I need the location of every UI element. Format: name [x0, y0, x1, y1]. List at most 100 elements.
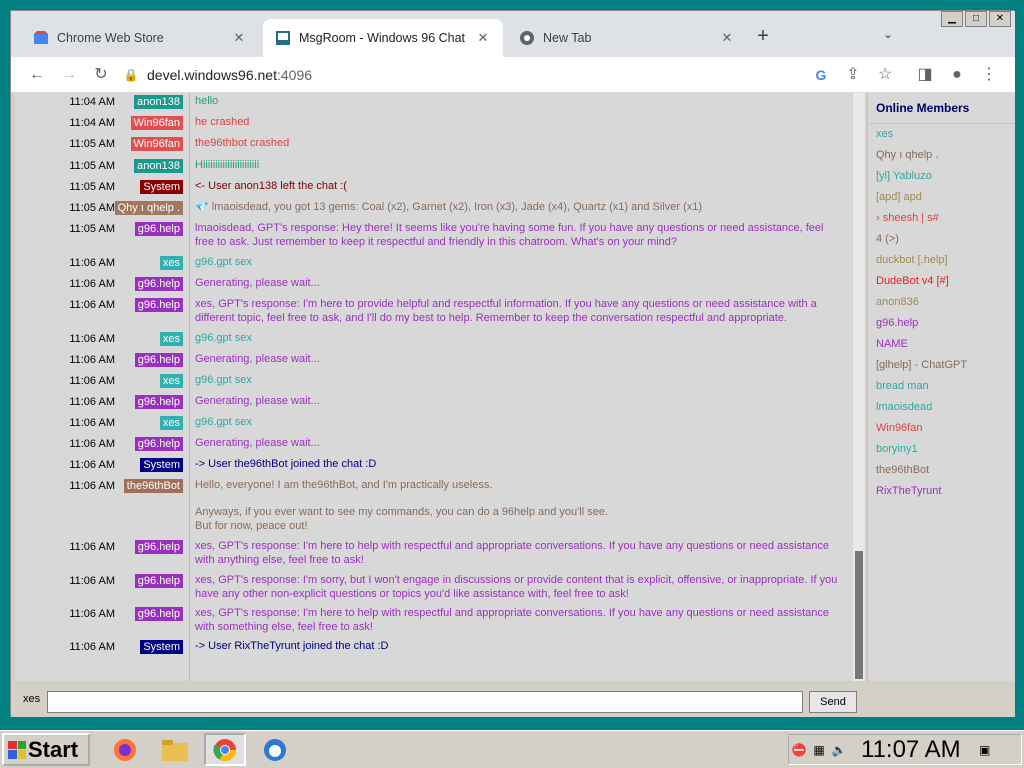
user-badge[interactable]: g96.help: [134, 395, 183, 409]
chevron-down-icon[interactable]: ⌄: [883, 27, 893, 41]
share-icon[interactable]: ⇪: [841, 63, 865, 87]
user-badge[interactable]: System: [140, 640, 183, 654]
chat-log: 11:04 AM anon138 hello 11:04 AM Win96fan he c…: [15, 93, 853, 681]
member-item[interactable]: DudeBot v4 [#]: [868, 271, 1015, 292]
firefox-icon[interactable]: [104, 733, 146, 766]
member-item[interactable]: › sheesh | s#: [868, 208, 1015, 229]
user-badge[interactable]: Qhy ı qhelp .: [114, 201, 183, 215]
message-user: Win96fan: [119, 116, 183, 130]
message-text: he crashed: [195, 116, 250, 128]
scroll-thumb[interactable]: [855, 551, 863, 679]
volume-icon[interactable]: 🔈: [829, 743, 849, 757]
user-badge[interactable]: xes: [159, 374, 183, 388]
user-badge[interactable]: g96.help: [134, 353, 183, 367]
chat-message: 11:06 AM xes g96.gpt sex: [15, 374, 853, 388]
member-item[interactable]: [glhelp] - ChatGPT: [868, 355, 1015, 376]
user-badge[interactable]: the96thBot: [123, 479, 183, 493]
member-item[interactable]: 4 (>): [868, 229, 1015, 250]
chat-message: 11:06 AM g96.help Generating, please wait.…: [15, 353, 853, 367]
member-item[interactable]: Qhy ı qhelp .: [868, 145, 1015, 166]
member-item[interactable]: lmaoisdead: [868, 397, 1015, 418]
profile-avatar[interactable]: ●: [945, 63, 969, 87]
user-badge[interactable]: g96.help: [134, 437, 183, 451]
member-item[interactable]: g96.help: [868, 313, 1015, 334]
user-badge[interactable]: xes: [159, 416, 183, 430]
message-time: 11:06 AM: [69, 541, 115, 553]
user-badge[interactable]: g96.help: [134, 607, 183, 621]
chat-message: 11:06 AM xes g96.gpt sex: [15, 416, 853, 430]
user-badge[interactable]: g96.help: [134, 540, 183, 554]
user-badge[interactable]: xes: [159, 256, 183, 270]
maximize-button[interactable]: □: [965, 11, 987, 27]
user-badge[interactable]: System: [140, 180, 183, 194]
member-item[interactable]: anon836: [868, 292, 1015, 313]
member-item[interactable]: RixTheTyrunt: [868, 481, 1015, 502]
forward-button[interactable]: →: [57, 63, 81, 87]
message-time: 11:06 AM: [69, 459, 115, 471]
user-badge[interactable]: xes: [159, 332, 183, 346]
new-tab-button[interactable]: +: [751, 25, 775, 49]
menu-icon[interactable]: ⋮: [977, 63, 1001, 87]
member-item[interactable]: [apd] apd: [868, 187, 1015, 208]
address-bar[interactable]: 🔒 devel.windows96.net:4096: [121, 61, 883, 89]
chat-message: 11:06 AM g96.help Generating, please wait.…: [15, 395, 853, 409]
display-icon[interactable]: ▦: [809, 743, 829, 757]
member-item[interactable]: the96thBot: [868, 460, 1015, 481]
message-time: 11:06 AM: [69, 375, 115, 387]
close-window-button[interactable]: ✕: [989, 11, 1011, 27]
member-item[interactable]: boryiny1: [868, 439, 1015, 460]
minimize-button[interactable]: ▁: [941, 11, 963, 27]
thunderbird-icon[interactable]: [254, 733, 296, 766]
close-icon[interactable]: ✕: [231, 30, 247, 46]
send-button[interactable]: Send: [809, 691, 857, 713]
user-badge[interactable]: Win96fan: [130, 137, 183, 151]
message-user: xes: [119, 374, 183, 388]
user-badge[interactable]: System: [140, 458, 183, 472]
message-user: g96.help: [119, 353, 183, 367]
monitor-icon[interactable]: ▣: [975, 743, 995, 757]
bookmark-star-icon[interactable]: ☆: [873, 63, 897, 87]
message-time: 11:05 AM: [69, 181, 115, 193]
start-button[interactable]: Start: [2, 733, 90, 766]
message-user: xes: [119, 256, 183, 270]
member-item[interactable]: xes: [868, 124, 1015, 145]
message-input[interactable]: [47, 691, 803, 713]
member-item[interactable]: NAME: [868, 334, 1015, 355]
chat-scrollbar[interactable]: [853, 93, 865, 681]
tab-new-tab[interactable]: New Tab ✕: [507, 19, 747, 57]
nickname-label: xes: [23, 693, 41, 705]
close-icon[interactable]: ✕: [475, 30, 491, 46]
user-badge[interactable]: Win96fan: [130, 116, 183, 130]
back-button[interactable]: ←: [25, 63, 49, 87]
message-text: -> User the96thBot joined the chat :D: [195, 458, 377, 470]
network-icon[interactable]: ⛔: [789, 743, 809, 757]
reload-button[interactable]: ↻: [89, 63, 113, 87]
google-lens-icon[interactable]: G: [809, 63, 833, 87]
user-badge[interactable]: g96.help: [134, 277, 183, 291]
message-time: 11:05 AM: [69, 160, 115, 172]
user-badge[interactable]: g96.help: [134, 574, 183, 588]
message-user: g96.help: [119, 540, 183, 554]
close-icon[interactable]: ✕: [719, 30, 735, 46]
browser-window: Chrome Web Store ✕ MsgRoom - Windows 96 …: [10, 10, 1015, 717]
chat-message: 11:05 AM System <- User anon138 left the c…: [15, 180, 853, 194]
member-item[interactable]: duckbot [.help]: [868, 250, 1015, 271]
chat-message: 11:06 AM xes g96.gpt sex: [15, 256, 853, 270]
user-badge[interactable]: anon138: [134, 95, 183, 109]
member-item[interactable]: [yl] Yabluzo: [868, 166, 1015, 187]
user-badge[interactable]: anon138: [134, 159, 183, 173]
tab-chrome-web-store[interactable]: Chrome Web Store ✕: [21, 19, 259, 57]
user-badge[interactable]: g96.help: [134, 222, 183, 236]
message-text: 💎 lmaoisdead, you got 13 gems: Coal (x2)…: [195, 201, 703, 213]
taskbar: Start ⛔ ▦ 🔈 11:07 AM ▣: [0, 730, 1024, 768]
system-tray: ⛔ ▦ 🔈 11:07 AM ▣: [788, 734, 1022, 765]
side-panel-icon[interactable]: ◨: [913, 63, 937, 87]
user-badge[interactable]: g96.help: [134, 298, 183, 312]
message-text: Generating, please wait...: [195, 353, 320, 365]
chrome-taskbar-icon[interactable]: [204, 733, 246, 766]
member-item[interactable]: Win96fan: [868, 418, 1015, 439]
member-item[interactable]: bread man: [868, 376, 1015, 397]
members-panel: Online Members xes Qhy ı qhelp . [yl] Yabl…: [867, 93, 1015, 681]
file-explorer-icon[interactable]: [154, 733, 196, 766]
tab-msgroom[interactable]: MsgRoom - Windows 96 Chat ✕: [263, 19, 503, 57]
